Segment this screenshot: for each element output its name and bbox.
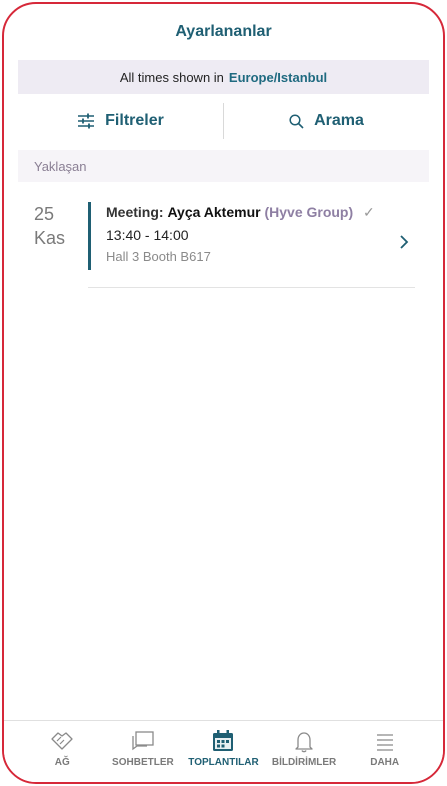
search-label: Arama [314,112,364,129]
toolbar: Filtreler Arama [18,96,429,146]
meeting-person: Ayça Aktemur [167,204,261,220]
header: Ayarlananlar [4,4,443,60]
search-icon [289,113,304,129]
meeting-time: 13:40 - 14:00 [106,227,189,243]
meeting-month: Kas [34,228,66,248]
sliders-icon [78,113,95,129]
section-header-upcoming: Yaklaşan [18,150,429,182]
confirmed-check-icon: ✓ [363,204,375,220]
meeting-date: 25 Kas [34,202,84,250]
menu-icon [376,734,393,751]
timezone-prefix: All times shown in [119,69,224,85]
meeting-info: Meeting: Ayça Aktemur (Hyve Group) ✓ 13:… [106,202,389,264]
chevron-right-icon[interactable] [399,234,409,250]
meeting-organization: (Hyve Group) [264,204,354,220]
chat-icon [132,731,154,751]
tab-label: TOPLANTILAR [188,757,259,768]
tab-more[interactable]: DAHA [345,729,425,768]
timezone-banner: All times shown in Europe/Istanbul [18,60,429,94]
handshake-icon [51,732,73,750]
timezone-link[interactable]: Europe/Istanbul [229,70,327,85]
tab-label: AĞ [54,757,70,768]
meeting-title: Meeting: Ayça Aktemur (Hyve Group) ✓ [106,202,389,222]
bottom-tab-bar: AĞ SOHBETLER TOPLANTILAR BİLDİRİMLER DAH… [4,720,443,782]
search-button[interactable]: Arama [224,96,429,146]
meeting-location: Hall 3 Booth B617 [106,249,211,264]
tab-label: SOHBETLER [112,757,174,768]
meeting-item[interactable]: 25 Kas Meeting: Ayça Aktemur (Hyve Group… [18,190,429,288]
tab-label: BİLDİRİMLER [271,757,337,768]
bell-icon [295,732,313,753]
meeting-accent-bar [88,202,91,270]
phone-frame: Ayarlananlar All times shown in Europe/I… [2,2,445,784]
calendar-icon [213,730,234,751]
meeting-day: 25 [34,204,55,224]
tab-label: DAHA [370,757,400,768]
tab-meetings[interactable]: TOPLANTILAR [183,729,263,768]
filters-label: Filtreler [105,112,164,129]
meeting-type-label: Meeting: [106,204,164,220]
section-label: Yaklaşan [34,158,87,174]
tab-chats[interactable]: SOHBETLER [103,729,183,768]
page-title: Ayarlananlar [175,23,272,40]
meeting-divider [88,287,415,288]
tab-network[interactable]: AĞ [22,729,102,768]
filters-button[interactable]: Filtreler [18,96,223,146]
tab-notifications[interactable]: BİLDİRİMLER [264,729,344,768]
